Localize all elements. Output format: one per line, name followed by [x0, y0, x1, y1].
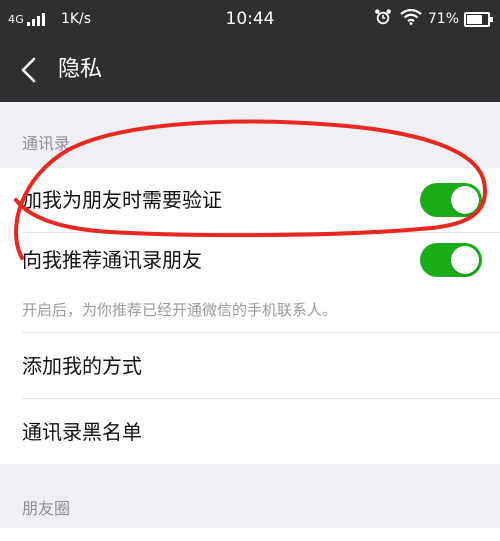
- recommend-label: 向我推荐通讯录朋友: [22, 248, 202, 272]
- page-title: 隐私: [58, 57, 103, 82]
- section-header-contacts: 通讯录: [22, 134, 71, 153]
- recommend-row[interactable]: 向我推荐通讯录朋友: [0, 230, 500, 290]
- alarm-icon: [374, 8, 392, 30]
- recommend-hint: 开启后，为你推荐已经开通微信的手机联系人。: [22, 301, 338, 319]
- more-group: 添加我的方式 通讯录黑名单: [0, 332, 500, 464]
- divider: [22, 332, 500, 333]
- verify-row[interactable]: 加我为朋友时需要验证: [0, 170, 500, 230]
- verify-label: 加我为朋友时需要验证: [22, 188, 222, 212]
- contacts-group: 加我为朋友时需要验证 向我推荐通讯录朋友 开启后，为你推荐已经开通微信的手机联系…: [0, 168, 500, 332]
- status-bar: 4G 1K/s 10:44 71%: [0, 0, 500, 38]
- section-header-moments: 朋友圈: [22, 499, 71, 518]
- add-methods-row[interactable]: 添加我的方式: [0, 336, 500, 396]
- moments-group: [0, 528, 500, 541]
- status-right: 71%: [374, 8, 493, 30]
- battery-icon: [464, 11, 493, 27]
- divider: [22, 398, 500, 399]
- battery-percent: 71%: [427, 11, 459, 27]
- toggle-knob: [451, 186, 479, 214]
- chevron-left-icon[interactable]: [14, 54, 46, 86]
- blacklist-label: 通讯录黑名单: [22, 420, 142, 444]
- add-methods-label: 添加我的方式: [22, 354, 142, 378]
- nav-bar: 隐私: [0, 38, 500, 102]
- recommend-toggle[interactable]: [420, 243, 482, 277]
- wifi-icon: [400, 8, 422, 29]
- blacklist-row[interactable]: 通讯录黑名单: [0, 402, 500, 462]
- verify-toggle[interactable]: [420, 183, 482, 217]
- toggle-knob: [451, 246, 479, 274]
